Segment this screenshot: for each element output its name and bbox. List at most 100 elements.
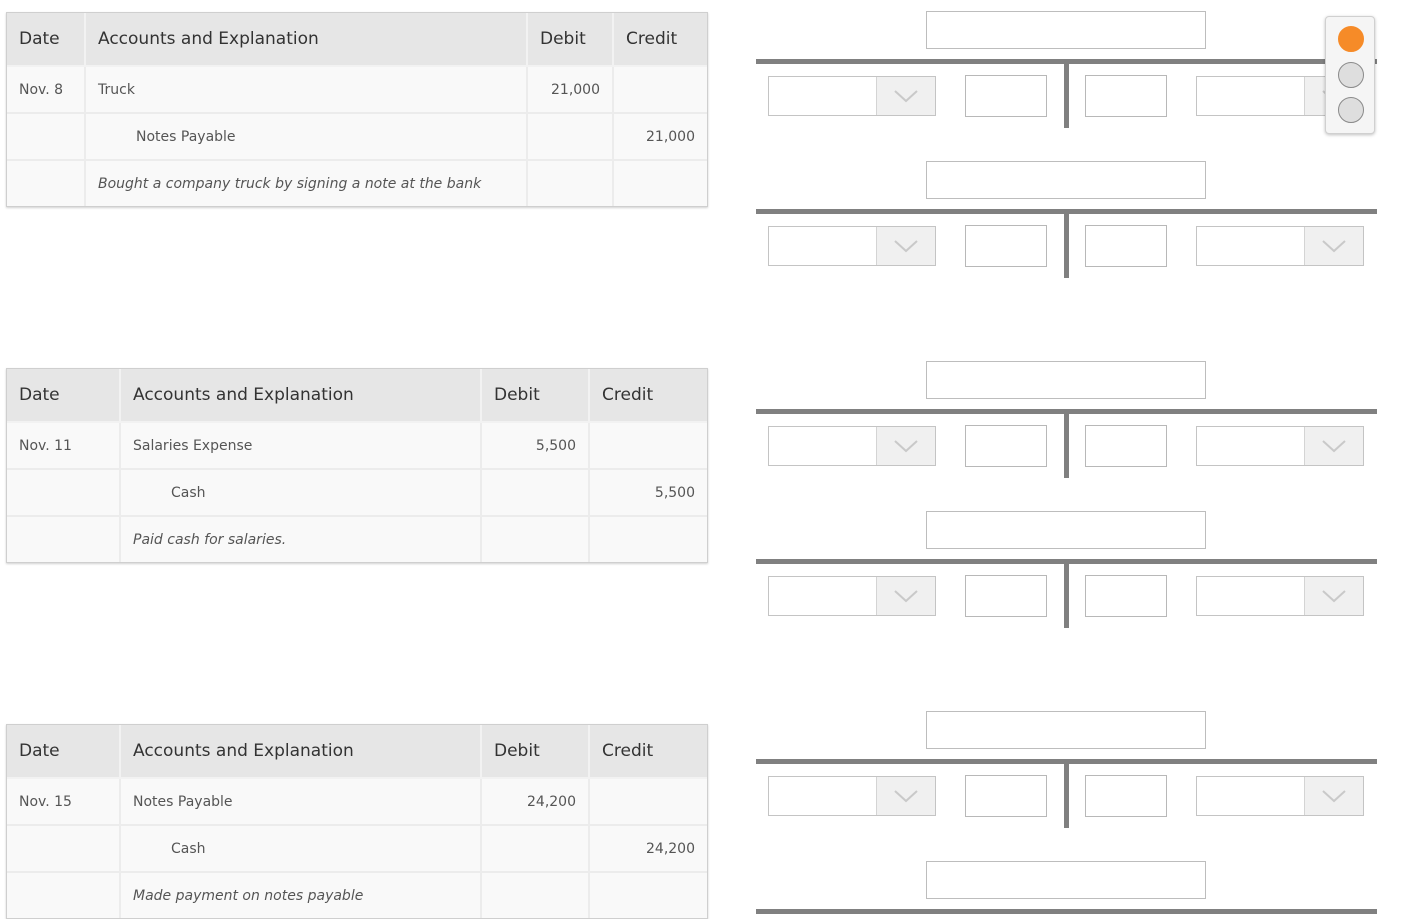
header-accounts: Accounts and Explanation	[121, 369, 482, 421]
step-dot-3[interactable]	[1338, 97, 1364, 123]
debit-account-select[interactable]	[768, 576, 936, 616]
chevron-down-icon[interactable]	[1304, 427, 1363, 465]
credit-account-select[interactable]	[1196, 776, 1364, 816]
credit-amount-empty	[614, 161, 707, 206]
chevron-down-icon[interactable]	[876, 427, 935, 465]
table-row: Paid cash for salaries.	[7, 517, 707, 562]
debit-amount-input[interactable]	[965, 575, 1047, 617]
t-account-5	[756, 711, 1377, 861]
entry-date-empty	[7, 873, 121, 918]
step-dot-1[interactable]	[1338, 26, 1364, 52]
debit-account-select[interactable]	[768, 226, 936, 266]
credit-account-select[interactable]	[1196, 576, 1364, 616]
credit-account: Cash	[121, 470, 482, 515]
credit-amount-empty	[590, 517, 707, 562]
table-row: Notes Payable 21,000	[7, 114, 707, 161]
credit-amount: 24,200	[646, 840, 695, 857]
credit-account-select[interactable]	[1196, 226, 1364, 266]
journal-entry-nov-8: Date Accounts and Explanation Debit Cred…	[6, 12, 708, 207]
entry-explanation: Paid cash for salaries.	[121, 517, 482, 562]
credit-amount-empty	[590, 873, 707, 918]
chevron-down-icon[interactable]	[1304, 227, 1363, 265]
debit-account-select[interactable]	[768, 76, 936, 116]
debit-account: Salaries Expense	[121, 423, 482, 468]
debit-amount-empty	[528, 161, 614, 206]
t-account-title-input[interactable]	[926, 861, 1206, 899]
t-account-title-input[interactable]	[926, 361, 1206, 399]
debit-account-select[interactable]	[768, 776, 936, 816]
credit-amount-input[interactable]	[1085, 225, 1167, 267]
entry-date: Nov. 11	[7, 423, 121, 468]
t-account-title-input[interactable]	[926, 511, 1206, 549]
entry-date-empty	[7, 517, 121, 562]
t-account-6	[756, 861, 1377, 915]
entry-date-empty	[7, 826, 121, 871]
header-debit: Debit	[482, 369, 590, 421]
debit-amount-input[interactable]	[965, 775, 1047, 817]
table-row: Nov. 11 Salaries Expense 5,500	[7, 423, 707, 470]
chevron-down-icon[interactable]	[876, 77, 935, 115]
credit-amount-input[interactable]	[1085, 75, 1167, 117]
chevron-down-icon[interactable]	[876, 777, 935, 815]
entry-date-empty	[7, 161, 86, 206]
credit-amount-empty	[590, 423, 707, 468]
credit-amount-input[interactable]	[1085, 775, 1167, 817]
entry-explanation: Made payment on notes payable	[121, 873, 482, 918]
t-account-vertical-line	[1064, 414, 1069, 478]
journal-header-row: Date Accounts and Explanation Debit Cred…	[7, 13, 707, 67]
table-row: Nov. 8 Truck 21,000	[7, 67, 707, 114]
header-date: Date	[7, 13, 86, 65]
header-accounts: Accounts and Explanation	[86, 13, 528, 65]
step-dot-2[interactable]	[1338, 62, 1364, 88]
credit-amount-empty	[614, 67, 707, 112]
credit-amount: 21,000	[646, 128, 695, 145]
debit-account-select[interactable]	[768, 426, 936, 466]
credit-account: Notes Payable	[86, 114, 528, 159]
header-debit: Debit	[528, 13, 614, 65]
journal-header-row: Date Accounts and Explanation Debit Cred…	[7, 725, 707, 779]
credit-account-select[interactable]	[1196, 426, 1364, 466]
t-account-title-input[interactable]	[926, 161, 1206, 199]
journal-entry-nov-11: Date Accounts and Explanation Debit Cred…	[6, 368, 708, 563]
t-account-vertical-line	[1064, 764, 1069, 828]
t-account-vertical-line	[1064, 214, 1069, 278]
entry-explanation: Bought a company truck by signing a note…	[86, 161, 528, 206]
credit-amount: 5,500	[654, 484, 695, 501]
t-account-2	[756, 161, 1377, 311]
journal-entry-nov-15: Date Accounts and Explanation Debit Cred…	[6, 724, 708, 919]
debit-amount-empty	[482, 517, 590, 562]
header-debit: Debit	[482, 725, 590, 777]
credit-amount-empty	[590, 779, 707, 824]
entry-date: Nov. 15	[7, 779, 121, 824]
table-row: Cash 24,200	[7, 826, 707, 873]
debit-amount-empty	[482, 873, 590, 918]
t-account-vertical-line	[1064, 64, 1069, 128]
t-account-horizontal-line	[756, 909, 1377, 914]
debit-amount-input[interactable]	[965, 225, 1047, 267]
debit-amount-empty	[482, 826, 590, 871]
debit-amount: 5,500	[482, 423, 590, 468]
t-account-vertical-line	[1064, 564, 1069, 628]
chevron-down-icon[interactable]	[876, 227, 935, 265]
debit-amount-input[interactable]	[965, 425, 1047, 467]
t-account-4	[756, 511, 1377, 661]
entry-date-empty	[7, 114, 86, 159]
debit-amount-input[interactable]	[965, 75, 1047, 117]
chevron-down-icon[interactable]	[876, 577, 935, 615]
table-row: Made payment on notes payable	[7, 873, 707, 918]
header-date: Date	[7, 369, 121, 421]
header-accounts: Accounts and Explanation	[121, 725, 482, 777]
debit-amount-empty	[482, 470, 590, 515]
t-account-title-input[interactable]	[926, 711, 1206, 749]
t-account-3	[756, 361, 1377, 511]
journal-header-row: Date Accounts and Explanation Debit Cred…	[7, 369, 707, 423]
debit-account: Truck	[86, 67, 528, 112]
t-account-title-input[interactable]	[926, 11, 1206, 49]
chevron-down-icon[interactable]	[1304, 577, 1363, 615]
credit-account: Cash	[121, 826, 482, 871]
table-row: Nov. 15 Notes Payable 24,200	[7, 779, 707, 826]
credit-amount-input[interactable]	[1085, 575, 1167, 617]
chevron-down-icon[interactable]	[1304, 777, 1363, 815]
entry-date: Nov. 8	[7, 67, 86, 112]
credit-amount-input[interactable]	[1085, 425, 1167, 467]
